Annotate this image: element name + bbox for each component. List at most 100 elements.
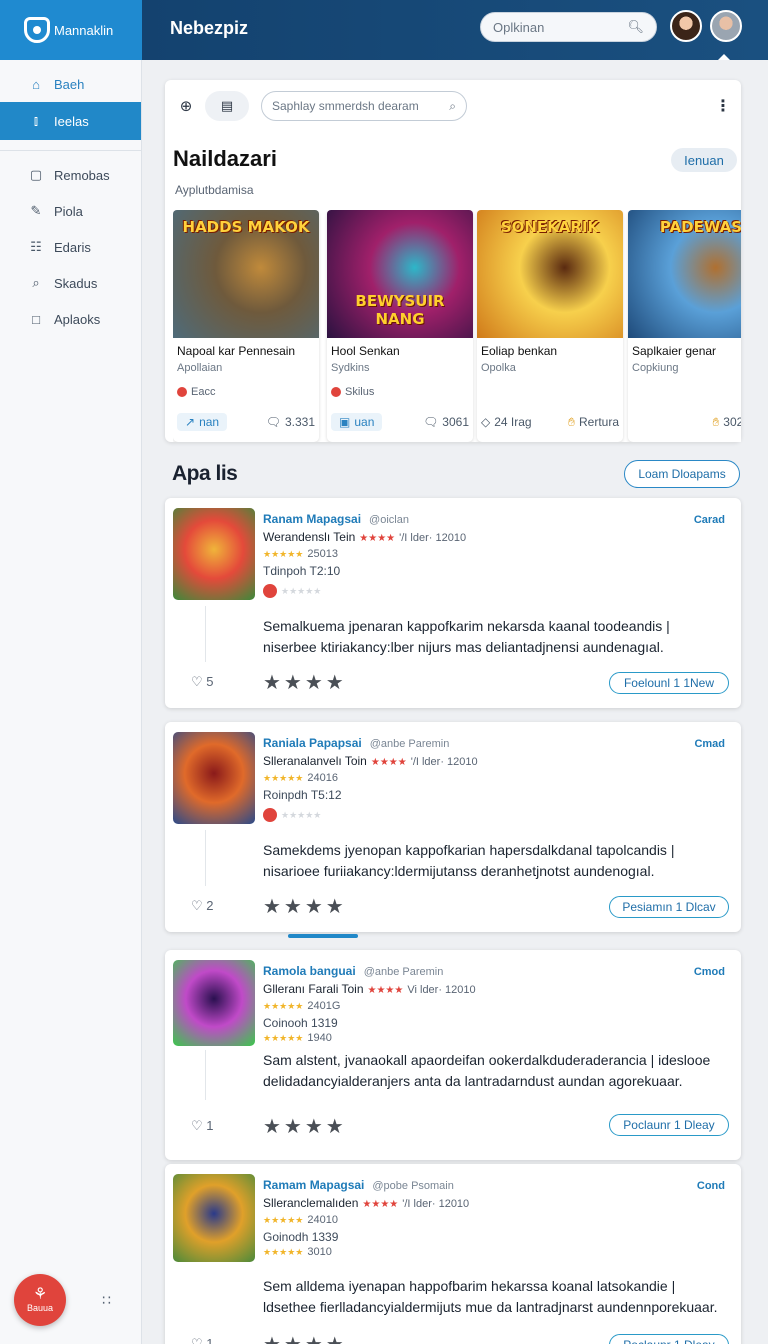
like-button[interactable]: ♡ 1 (191, 1336, 214, 1344)
star-rating-icon[interactable]: ★★★★ (263, 1332, 347, 1344)
game-card[interactable]: BEWYSUIR NANG Hool Senkan Sydkins Skilus… (327, 210, 473, 442)
game-action-label: 24 Irag (494, 415, 532, 429)
brand-logo-icon (24, 17, 50, 43)
featured-search-input[interactable]: Saphlay smmerdsh dearam ⌕ (261, 91, 467, 121)
heart-icon: ♡ (191, 1336, 203, 1344)
like-button[interactable]: ♡ 2 (191, 898, 214, 914)
featured-panel: ⊕ ▤ Saphlay smmerdsh dearam ⌕ ⋮ Naildaza… (165, 80, 741, 442)
review-link[interactable]: Cmad (694, 738, 725, 750)
brand[interactable]: Mannaklin (0, 0, 142, 60)
zoom-icon[interactable]: ⊕ (175, 95, 197, 117)
review-thumbnail (173, 960, 255, 1046)
review-action-button[interactable]: Poclaunr 1 Dleay (609, 1114, 729, 1136)
review-thumbnail (173, 1174, 255, 1262)
review-author[interactable]: Ramam Mapagsai (263, 1178, 364, 1192)
review-author[interactable]: Ranam Mapagsai (263, 512, 361, 526)
review-meta-text: Vi lder· 12010 (407, 984, 476, 996)
review-meta: Werandenslı Tein ★★★★ '/I lder· 12010 (263, 530, 466, 544)
star-rating-icon[interactable]: ★★★★ (263, 1114, 347, 1139)
review-line-value: 24010 (307, 1214, 338, 1226)
like-button[interactable]: ♡ 5 (191, 674, 214, 690)
game-subtitle: Sydkins (331, 362, 370, 374)
scroll-indicator (288, 934, 358, 938)
sidebar-item-label: Remobas (54, 167, 110, 183)
game-footer: ▣ uan 🗨︎ 3061 (331, 410, 469, 434)
game-tag: Skilus (331, 386, 374, 398)
game-stat: 🗨︎ 3061 (423, 415, 469, 429)
review-header: Ramola banguai @anbe Paremin (263, 964, 443, 978)
caret-up-icon (718, 54, 730, 60)
review-link[interactable]: Carad (694, 514, 725, 526)
game-title: Napoal kar Pennesain (177, 344, 296, 358)
review-handle: @oiclan (369, 514, 409, 526)
rating-stars-icon: ★★★★ (359, 533, 396, 544)
game-thumbnail: PADEWAS (628, 210, 741, 338)
fab-button[interactable]: ⚘ Bauua (14, 1274, 66, 1326)
tag-dot-icon (331, 387, 341, 397)
game-action-label: nan (199, 415, 220, 429)
sidebar-item-4[interactable]: ☷ Edaris (0, 229, 141, 265)
mini-stars-icon: ★★★★★ (263, 549, 304, 559)
star-rating-icon[interactable]: ★★★★ (263, 670, 347, 695)
sidebar-item-label: Ieelas (54, 113, 89, 129)
game-tag-stat[interactable]: ◇ 24 Irag (481, 415, 532, 429)
avatar-user[interactable] (710, 10, 742, 42)
fab-label: Bauua (26, 1303, 54, 1313)
review-link[interactable]: Cmod (694, 966, 725, 978)
game-logo: HADDS MAKOK (182, 218, 310, 236)
search-icon: ⌕ (32, 275, 40, 290)
kebab-menu-icon[interactable]: ⋮ (715, 96, 731, 116)
search-icon[interactable]: ⌕ (449, 99, 456, 114)
review-line: ★★★★★ 24010 (263, 1214, 338, 1226)
featured-action-button[interactable]: Ienuan (671, 148, 737, 172)
game-tag-label: Skilus (345, 386, 375, 398)
sidebar-item-5[interactable]: ⌕ Skadus (0, 265, 141, 301)
rating-stars-icon: ★★★★ (362, 1199, 399, 1210)
game-action-button[interactable]: ▣ uan (331, 413, 383, 431)
like-button[interactable]: ♡ 1 (191, 1118, 214, 1134)
game-card[interactable]: SONEKARIK Eoliap benkan Opolka ◇ 24 Irag … (477, 210, 623, 442)
review-line: Tdinpoh T2:10 (263, 564, 341, 578)
review-handle: @pobe Psomain (372, 1180, 454, 1192)
review-action-button[interactable]: Poclaunr 1 Dleay (609, 1334, 729, 1344)
sidebar-item-label: Piola (54, 203, 83, 219)
review-link[interactable]: Cond (697, 1180, 725, 1192)
game-tag: Eacc (177, 386, 215, 398)
brand-name: Mannaklin (54, 22, 114, 38)
review-line-value: 24016 (307, 772, 338, 784)
game-stat: ✋︎3020 (712, 415, 741, 430)
rating-stars-icon: ★★★★ (367, 985, 404, 996)
review-meta: Slleranclemalıden ★★★★ '/I lder· 12010 (263, 1196, 469, 1210)
review-action-button[interactable]: Foelounl 1 1New (609, 672, 729, 694)
review-author[interactable]: Raniala Papapsai (263, 736, 362, 750)
game-card[interactable]: PADEWAS Saplkaier genar Copkiung ✋︎3020 (628, 210, 741, 442)
sidebar-item-2[interactable]: ▢ Remobas (0, 157, 141, 193)
sidebar-item-6[interactable]: □ Aplaoks (0, 301, 141, 337)
featured-search-placeholder: Saphlay smmerdsh dearam (272, 99, 419, 113)
top-bar: Mannaklin Nebezpiz Oplkinan 🔍︎ (0, 0, 768, 60)
sidebar-item-1[interactable]: ⫾ Ieelas (0, 102, 141, 140)
app-title: Nebezpiz (170, 18, 249, 38)
document-button[interactable]: ▤ (205, 91, 249, 121)
game-action-button[interactable]: ↗ nan (177, 413, 228, 431)
divider (0, 150, 141, 151)
sidebar-item-3[interactable]: ✎ Piola (0, 193, 141, 229)
search-icon[interactable]: 🔍︎ (627, 19, 644, 35)
game-thumbnail: SONEKARIK (477, 210, 623, 338)
top-search-input[interactable]: Oplkinan 🔍︎ (480, 12, 657, 42)
top-search-placeholder: Oplkinan (493, 19, 545, 35)
star-rating-icon[interactable]: ★★★★ (263, 894, 347, 919)
game-thumbnail: BEWYSUIR NANG (327, 210, 473, 338)
review-author[interactable]: Ramola banguai (263, 964, 356, 978)
review-body: Samekdems jyenopan kappofkarian hapersda… (263, 842, 675, 879)
game-card[interactable]: HADDS MAKOK Napoal kar Pennesain Apollai… (173, 210, 319, 442)
sidebar-item-0[interactable]: ⌂ Baeh (0, 66, 141, 102)
avatar[interactable] (670, 10, 702, 42)
review-action-button[interactable]: Pesiamın 1 Dlcav (609, 896, 729, 918)
grid-dots-icon[interactable]: ∷ (102, 1292, 120, 1310)
tag-dot-icon (177, 387, 187, 397)
review-card: Ranam Mapagsai @oiclan Carad Werandenslı… (165, 498, 741, 708)
sidebar-item-label: Aplaoks (54, 311, 101, 327)
review-line: Roinpdh T5:12 (263, 788, 342, 802)
section-button[interactable]: Loam Dloapams (624, 460, 740, 488)
